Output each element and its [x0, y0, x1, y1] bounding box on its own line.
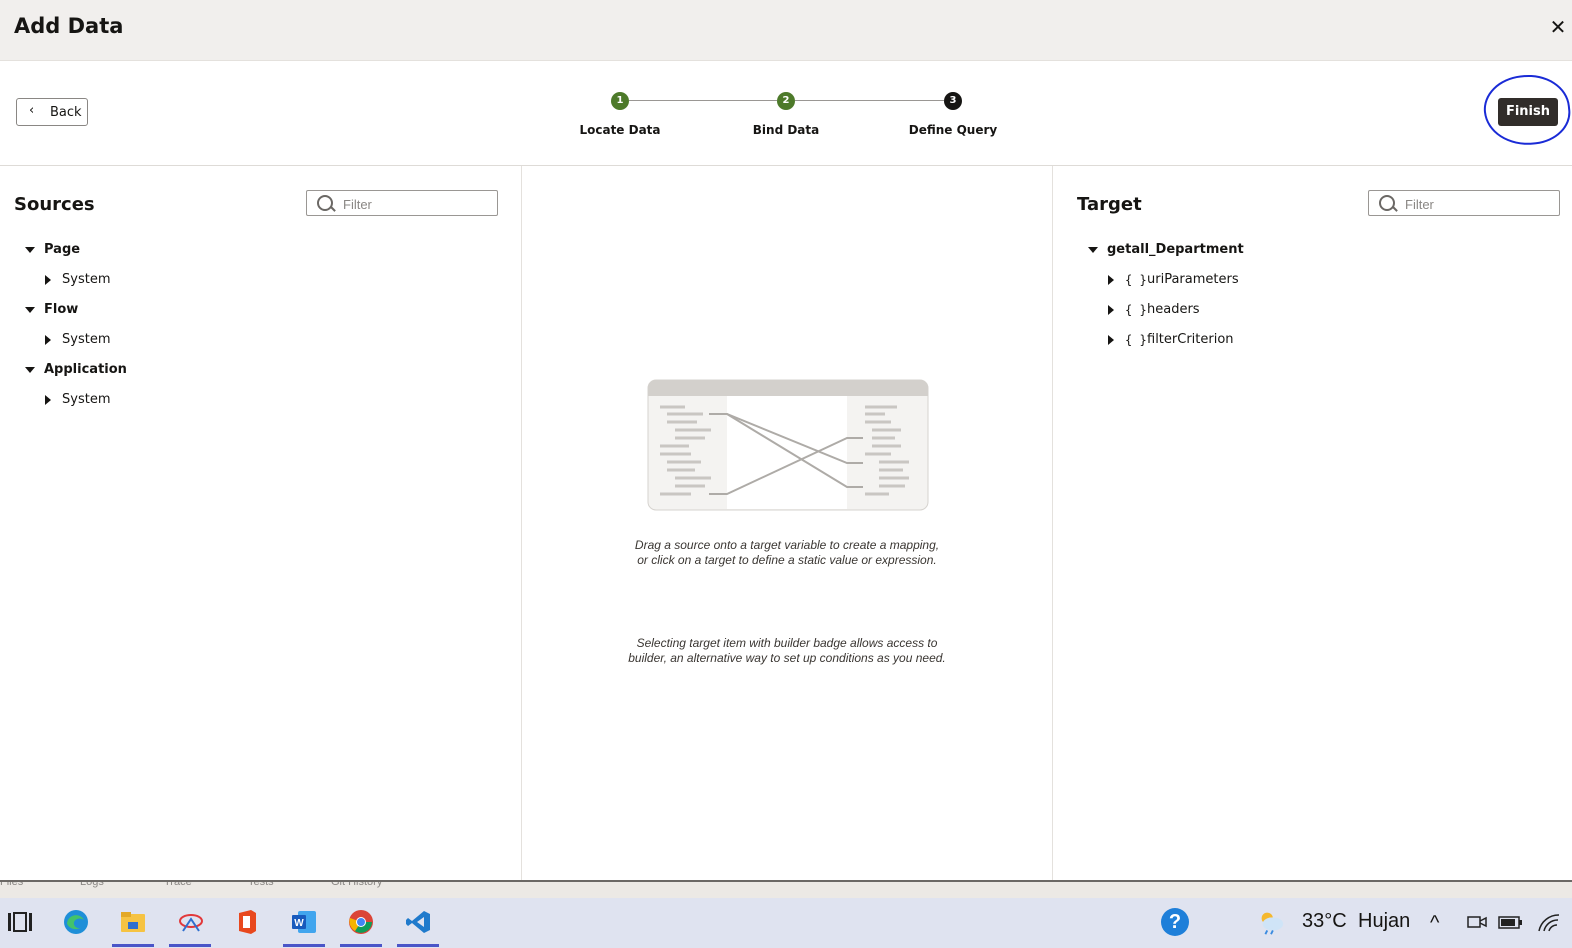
taskbar-active-indicator — [112, 944, 154, 947]
mapping-hint-line: Drag a source onto a target variable to … — [634, 538, 940, 552]
tree-node-label: System — [62, 272, 111, 287]
svg-text:W: W — [294, 918, 304, 929]
app-icon[interactable] — [176, 908, 206, 936]
chrome-icon[interactable] — [346, 908, 376, 936]
tab-tests[interactable]: Tests — [248, 882, 274, 888]
weather-temperature[interactable]: 33°C — [1302, 910, 1347, 933]
search-icon — [1379, 195, 1395, 211]
target-filter[interactable] — [1368, 190, 1560, 216]
battery-icon[interactable] — [1496, 908, 1526, 936]
tree-node-label: Page — [44, 242, 81, 257]
file-explorer-icon[interactable] — [118, 908, 148, 936]
tab-git-history[interactable]: Git History — [331, 882, 382, 888]
office-icon[interactable] — [232, 908, 262, 936]
object-icon: { } — [1125, 273, 1147, 287]
caret-right-icon[interactable] — [45, 275, 51, 285]
mapping-hint: Drag a source onto a target variable to … — [522, 538, 1052, 568]
mapping-canvas: Drag a source onto a target variable to … — [522, 166, 1053, 880]
sources-panel: Sources Page System Flow System Applicat… — [0, 166, 522, 880]
chevron-left-icon: ‹ — [29, 103, 35, 118]
target-panel: Target getall_Department { } uriParamete… — [1053, 166, 1572, 880]
tree-node-label: Flow — [44, 302, 79, 317]
help-glyph: ? — [1161, 908, 1189, 936]
step-3-label[interactable]: Define Query — [893, 123, 1013, 137]
vscode-icon[interactable] — [403, 908, 433, 936]
edge-icon[interactable] — [61, 908, 91, 936]
step-2-indicator[interactable]: 2 — [777, 92, 795, 110]
sources-title: Sources — [14, 194, 95, 215]
bottom-tab-strip: Files Logs Trace Tests Git History — [0, 880, 1572, 900]
step-2-label[interactable]: Bind Data — [726, 123, 846, 137]
word-icon[interactable]: W — [289, 908, 319, 936]
step-train-bar: ‹ Back 1 2 3 Locate Data Bind Data Defin… — [0, 61, 1572, 166]
caret-right-icon[interactable] — [1108, 305, 1114, 315]
help-icon[interactable]: ? — [1160, 908, 1190, 936]
task-view-icon[interactable] — [5, 908, 35, 936]
builder-hint-line: Selecting target item with builder badge… — [636, 636, 938, 650]
weather-icon[interactable] — [1256, 908, 1286, 936]
object-icon: { } — [1125, 303, 1147, 317]
tab-logs[interactable]: Logs — [80, 882, 104, 888]
step-connector — [795, 100, 944, 101]
tree-node-label: Application — [44, 362, 127, 377]
builder-hint: Selecting target item with builder badge… — [522, 636, 1052, 666]
tab-files[interactable]: Files — [0, 882, 23, 888]
close-icon[interactable]: ✕ — [1549, 16, 1567, 38]
caret-right-icon[interactable] — [1108, 335, 1114, 345]
caret-down-icon[interactable] — [25, 247, 35, 253]
meet-now-icon[interactable] — [1462, 908, 1492, 936]
taskbar-active-indicator — [397, 944, 439, 947]
step-connector — [629, 100, 777, 101]
weather-condition[interactable]: Hujan — [1358, 910, 1410, 933]
tree-node-label: System — [62, 332, 111, 347]
back-button-label: Back — [50, 105, 82, 120]
tree-node-label: headers — [1147, 302, 1200, 317]
back-button[interactable]: ‹ Back — [16, 98, 88, 126]
wifi-icon[interactable] — [1534, 908, 1564, 936]
taskbar-active-indicator — [283, 944, 325, 947]
object-icon: { } — [1125, 333, 1147, 347]
taskbar-active-indicator — [340, 944, 382, 947]
finish-button[interactable]: Finish — [1498, 98, 1558, 126]
caret-right-icon[interactable] — [45, 335, 51, 345]
tree-node-label: uriParameters — [1147, 272, 1239, 287]
step-3-indicator[interactable]: 3 — [944, 92, 962, 110]
dialog-header: Add Data ✕ — [0, 0, 1572, 61]
tree-node-label: getall_Department — [1107, 242, 1244, 257]
os-taskbar: W ? 33°C Hujan ^ — [0, 898, 1572, 948]
taskbar-active-indicator — [169, 944, 211, 947]
caret-down-icon[interactable] — [25, 367, 35, 373]
tree-node-label: System — [62, 392, 111, 407]
search-icon — [317, 195, 333, 211]
tree-node-label: filterCriterion — [1147, 332, 1234, 347]
caret-right-icon[interactable] — [45, 395, 51, 405]
caret-down-icon[interactable] — [1088, 247, 1098, 253]
target-title: Target — [1077, 194, 1142, 215]
mapping-illustration — [647, 379, 929, 511]
tab-trace[interactable]: Trace — [164, 882, 192, 888]
chevron-up-icon[interactable]: ^ — [1430, 912, 1439, 935]
caret-right-icon[interactable] — [1108, 275, 1114, 285]
builder-hint-line: builder, an alternative way to set up co… — [628, 651, 946, 665]
sources-filter-input[interactable] — [341, 194, 485, 214]
target-filter-input[interactable] — [1403, 194, 1547, 214]
dialog-title: Add Data — [14, 14, 124, 38]
caret-down-icon[interactable] — [25, 307, 35, 313]
step-1-label[interactable]: Locate Data — [560, 123, 680, 137]
step-1-indicator[interactable]: 1 — [611, 92, 629, 110]
mapping-hint-line: or click on a target to define a static … — [637, 553, 937, 567]
sources-filter[interactable] — [306, 190, 498, 216]
